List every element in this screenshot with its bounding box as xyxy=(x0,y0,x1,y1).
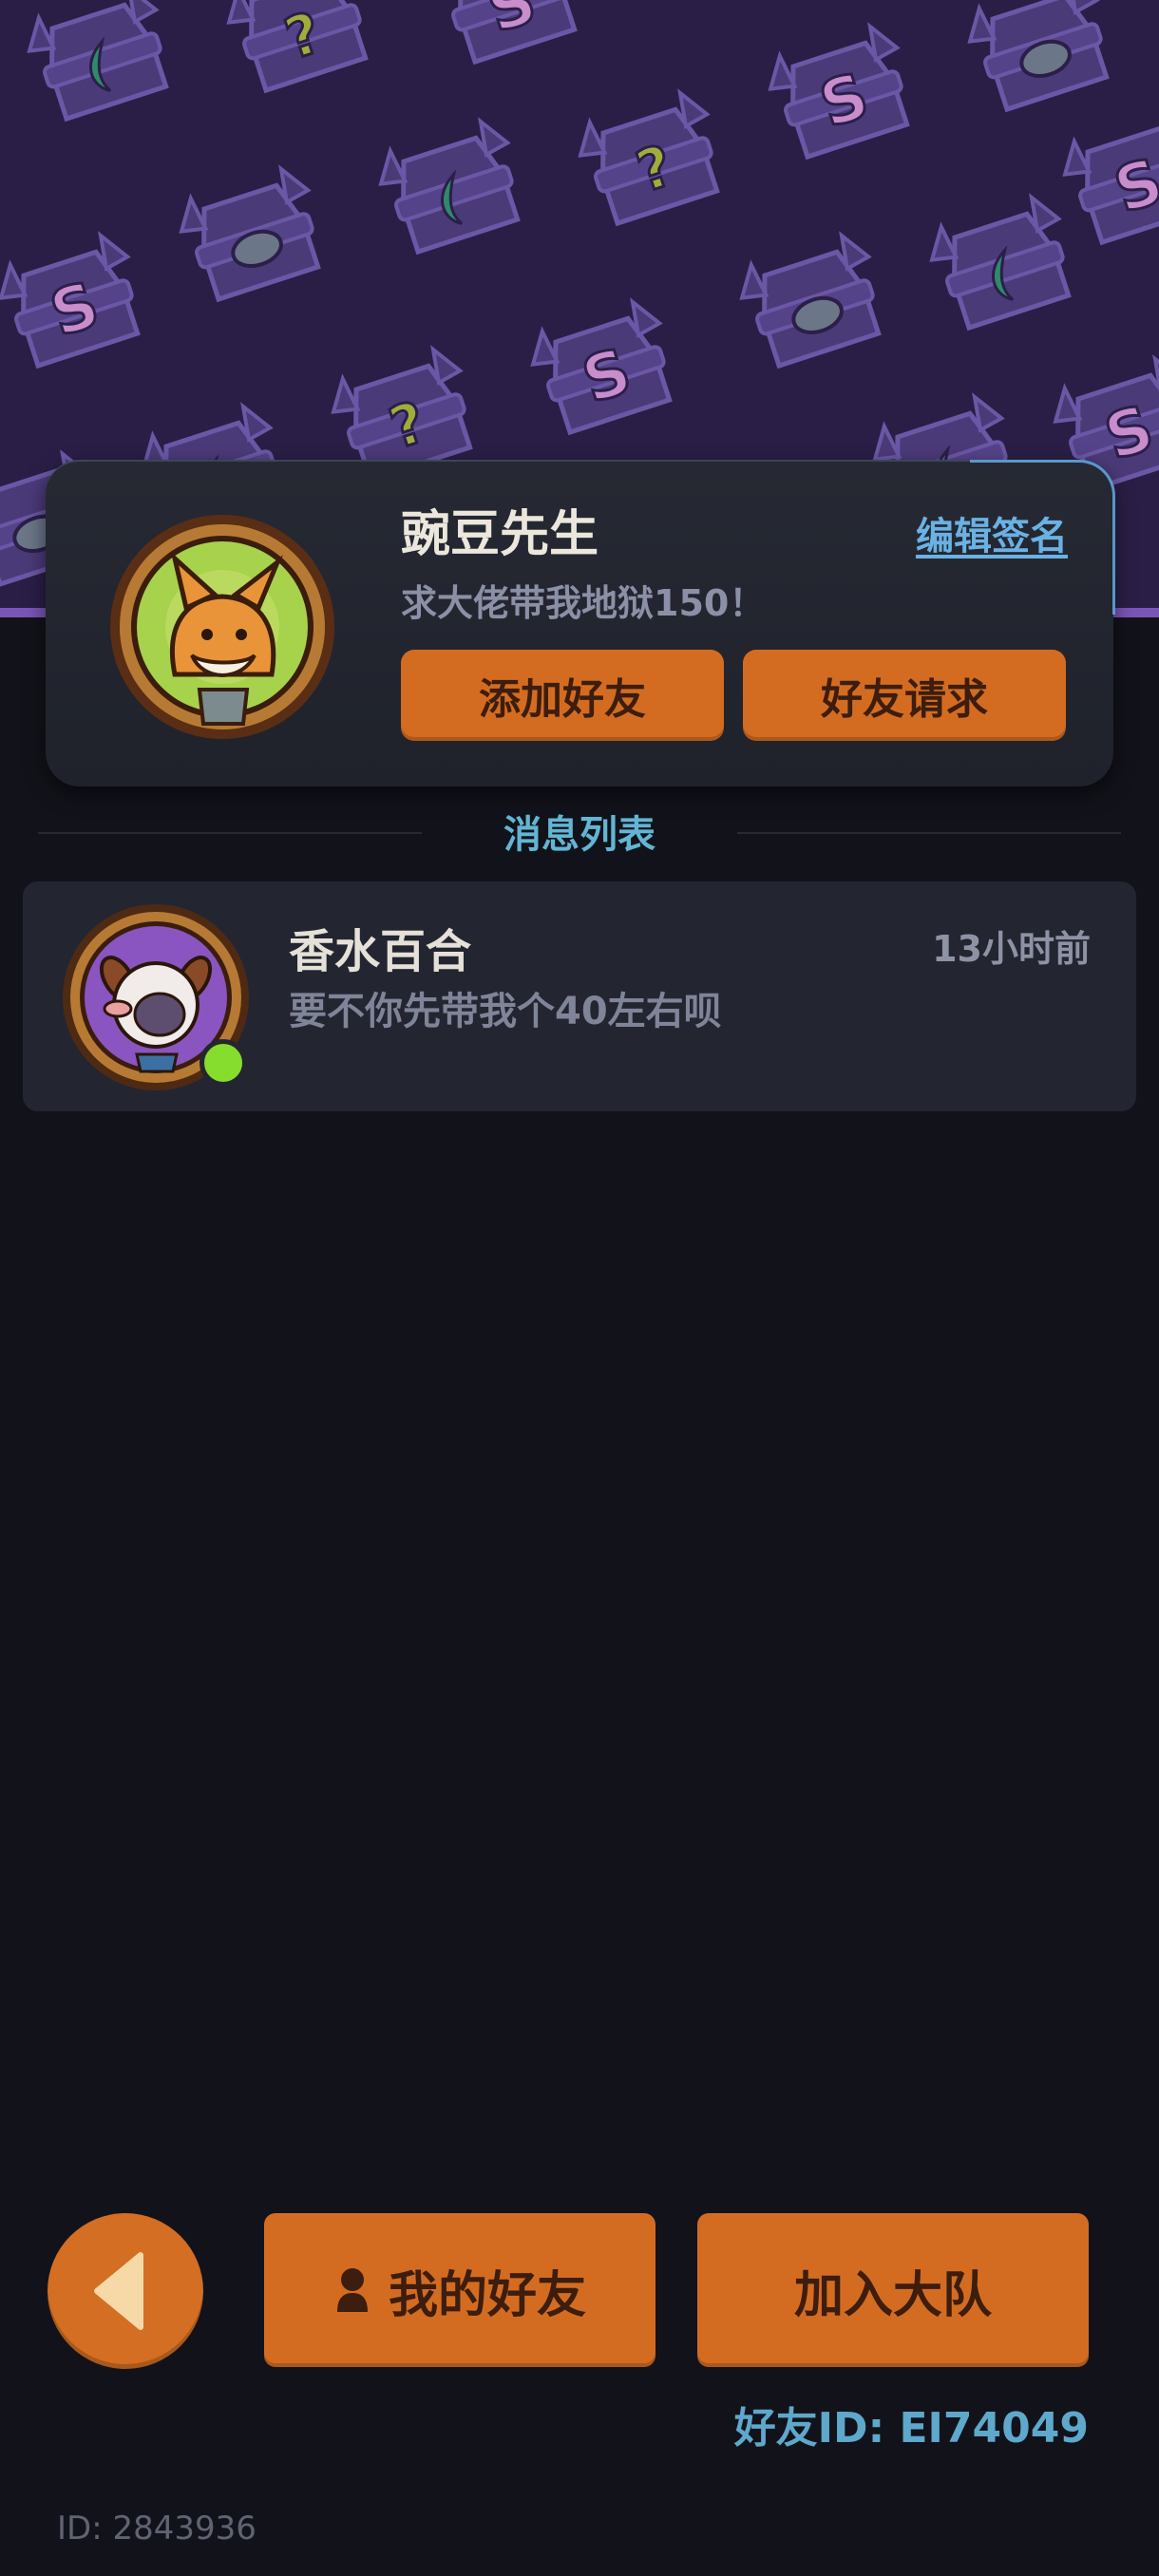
friend-id-text: 好友ID: EI74049 xyxy=(733,2404,1089,2453)
message-sender-name: 香水百合 xyxy=(289,925,472,978)
profile-name: 豌豆先生 xyxy=(401,506,599,563)
join-team-button[interactable]: 加入大队 xyxy=(697,2213,1089,2367)
back-arrow-icon xyxy=(94,2252,143,2330)
self-id-text: ID: 2843936 xyxy=(57,2510,256,2548)
edit-signature-link[interactable]: 编辑签名 xyxy=(916,505,1068,560)
my-friends-button[interactable]: 我的好友 xyxy=(264,2213,656,2367)
profile-card: 豌豆先生 编辑签名 求大佬带我地狱150！ 添加好友 好友请求 xyxy=(46,460,1115,786)
profile-signature: 求大佬带我地狱150！ xyxy=(401,582,766,624)
list-item[interactable]: 香水百合 13小时前 要不你先带我个40左右呗 xyxy=(23,881,1136,1111)
back-button[interactable] xyxy=(48,2213,203,2369)
online-status-icon xyxy=(200,1039,247,1087)
message-time: 13小时前 xyxy=(932,928,1091,970)
add-friend-button[interactable]: 添加好友 xyxy=(401,650,724,741)
message-list-title: 消息列表 xyxy=(504,813,656,857)
person-icon xyxy=(336,2268,368,2312)
message-preview: 要不你先带我个40左右呗 xyxy=(289,990,722,1033)
profile-avatar[interactable] xyxy=(108,513,336,741)
my-friends-label: 我的好友 xyxy=(388,2266,586,2324)
friend-request-button[interactable]: 好友请求 xyxy=(743,650,1066,741)
